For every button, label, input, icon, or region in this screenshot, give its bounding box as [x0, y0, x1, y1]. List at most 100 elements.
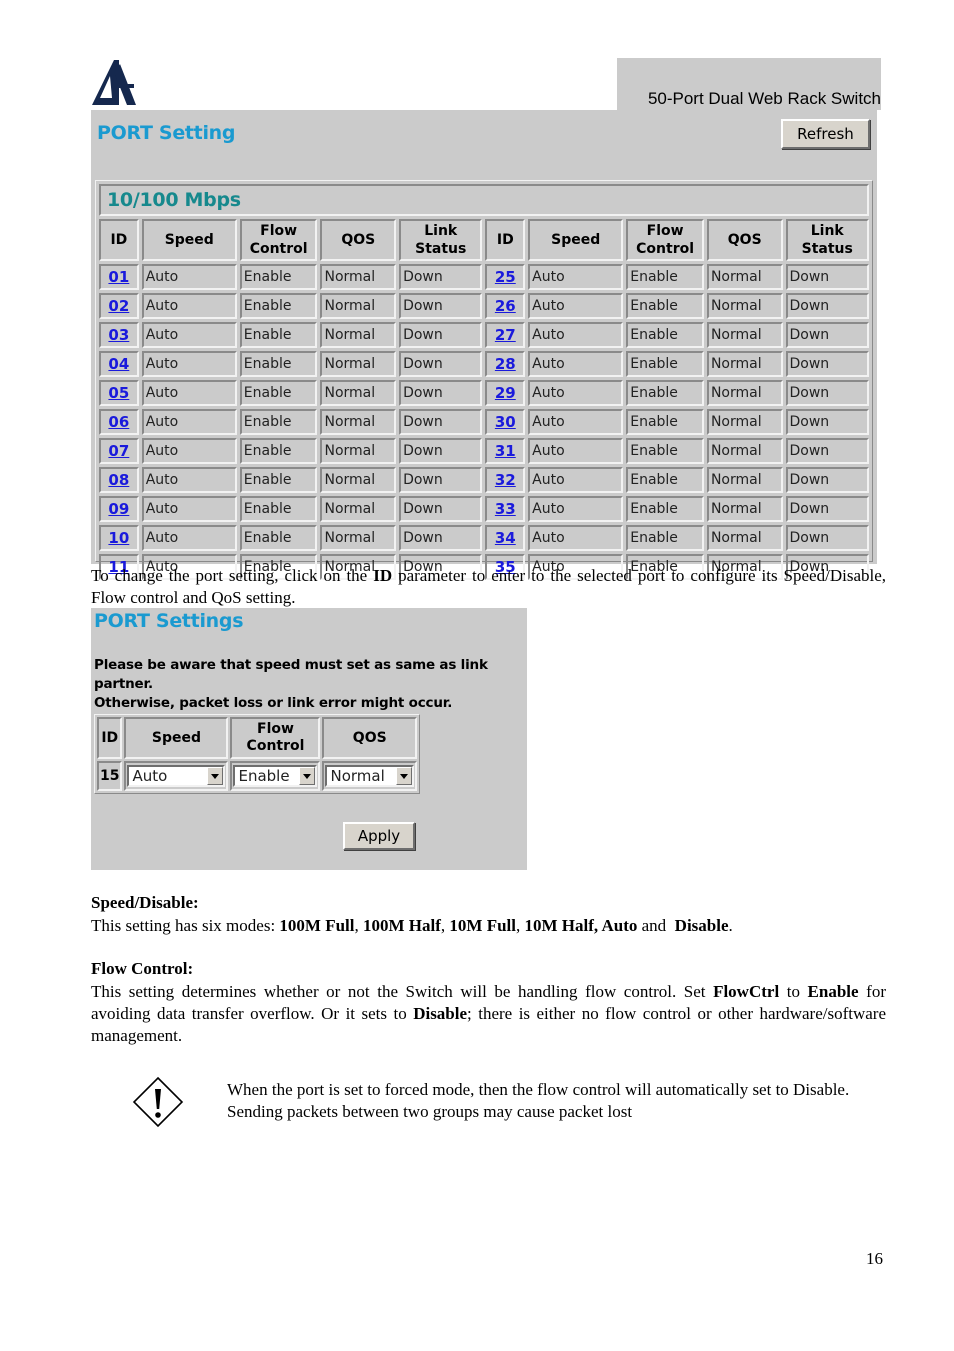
flow-control-cell: Enable [626, 351, 704, 377]
speed-cell: Auto [124, 761, 229, 791]
column-header: ID [97, 717, 123, 759]
port-link[interactable]: 06 [108, 413, 129, 431]
qos-cell: Normal [322, 761, 417, 791]
speed-cell: Auto [528, 380, 624, 406]
bold-text: 100M Full [279, 916, 355, 935]
port-link[interactable]: 26 [495, 297, 516, 315]
speed-select[interactable]: Auto [127, 765, 226, 787]
flow-control-cell: Enable [239, 380, 318, 406]
qos-cell: Normal [320, 322, 397, 348]
port-link[interactable]: 30 [495, 413, 516, 431]
note-line: Sending packets between two groups may c… [227, 1102, 633, 1121]
port-id-cell: 01 [99, 264, 139, 290]
speed-cell: Auto [141, 496, 237, 522]
port-link[interactable]: 28 [495, 355, 516, 373]
column-header: Flow Control [626, 219, 704, 261]
speed-cell: Auto [141, 380, 237, 406]
port-link[interactable]: 09 [108, 500, 129, 518]
port-link[interactable]: 10 [108, 529, 129, 547]
refresh-button[interactable]: Refresh [781, 119, 870, 149]
speed-cell: Auto [528, 525, 624, 551]
port-link[interactable]: 31 [495, 442, 516, 460]
chevron-down-icon[interactable] [299, 767, 316, 785]
flow-control-cell: Enable [239, 409, 318, 435]
text: , [354, 916, 364, 935]
speed-cell: Auto [141, 525, 237, 551]
port-link[interactable]: 07 [108, 442, 129, 460]
link-status-cell: Down [785, 438, 869, 464]
port-id-cell: 08 [99, 467, 139, 493]
qos-cell: Normal [706, 322, 783, 348]
text: This setting has six modes: [91, 916, 280, 935]
column-header-line: Status [415, 241, 467, 257]
port-settings-panel: PORT Settings Please be aware that speed… [91, 608, 527, 870]
chevron-down-icon[interactable] [396, 767, 412, 785]
table-row: 06 Auto Enable Normal Down 30 Auto Enable Normal… [99, 409, 869, 435]
port-link[interactable]: 29 [495, 384, 516, 402]
port-id-cell: 10 [99, 525, 139, 551]
flow-control-cell: Enable [626, 264, 704, 290]
column-header-line: Control [249, 241, 308, 257]
port-id-cell: 26 [485, 293, 526, 319]
flow-control-cell: Enable [239, 438, 318, 464]
port-link[interactable]: 32 [495, 471, 516, 489]
column-header-line: Link [810, 223, 844, 239]
flow-control-cell: Enable [239, 293, 318, 319]
apply-button[interactable]: Apply [343, 822, 415, 850]
link-status-cell: Down [399, 496, 483, 522]
qos-cell: Normal [320, 438, 397, 464]
port-link[interactable]: 27 [495, 326, 516, 344]
port-status-table: 10/100 Mbps ID Speed Flow Control QOS Link Sta… [95, 180, 873, 580]
speed-cell: Auto [141, 322, 237, 348]
speed-cell: Auto [141, 467, 237, 493]
qos-cell: Normal [706, 525, 783, 551]
speed-cell: Auto [528, 496, 624, 522]
port-id-cell: 28 [485, 351, 526, 377]
speed-cell: Auto [528, 409, 624, 435]
port-link[interactable]: 08 [108, 471, 129, 489]
column-header: QOS [706, 219, 783, 261]
column-header: Flow Control [230, 717, 321, 759]
column-header: Link Status [785, 219, 869, 261]
link-status-cell: Down [399, 409, 483, 435]
table-row: 07 Auto Enable Normal Down 31 Auto Enable Normal… [99, 438, 869, 464]
flow-control-cell: Enable [626, 525, 704, 551]
text: , [516, 916, 525, 935]
bold-text: ID [373, 566, 393, 585]
column-header: QOS [322, 717, 417, 759]
port-link[interactable]: 33 [495, 500, 516, 518]
column-header: QOS [320, 219, 397, 261]
chevron-down-icon[interactable] [207, 767, 224, 785]
column-header-line: Flow [260, 223, 298, 239]
link-status-cell: Down [399, 293, 483, 319]
port-link[interactable]: 25 [495, 268, 516, 286]
link-status-cell: Down [785, 525, 869, 551]
port-id-cell: 06 [99, 409, 139, 435]
flow-control-cell: Enable [626, 409, 704, 435]
port-link[interactable]: 04 [108, 355, 129, 373]
flow-control-select[interactable]: Enable [233, 765, 318, 787]
link-status-cell: Down [785, 293, 869, 319]
port-link[interactable]: 01 [108, 268, 129, 286]
speed-cell: Auto [528, 467, 624, 493]
port-link[interactable]: 02 [108, 297, 129, 315]
table-row: 02 Auto Enable Normal Down 26 Auto Enable Normal… [99, 293, 869, 319]
port-link[interactable]: 05 [108, 384, 129, 402]
table-row: 04 Auto Enable Normal Down 28 Auto Enable Normal… [99, 351, 869, 377]
port-link[interactable]: 03 [108, 326, 129, 344]
table-row: 09 Auto Enable Normal Down 33 Auto Enable Normal… [99, 496, 869, 522]
text: To change the port setting, click on the [91, 566, 374, 585]
qos-select[interactable]: Normal [325, 765, 414, 787]
text: . [728, 916, 733, 935]
speed-cell: Auto [141, 409, 237, 435]
bold-text: Disable [413, 1004, 468, 1023]
table-row: 01 Auto Enable Normal Down 25 Auto Enable Normal… [99, 264, 869, 290]
port-config-table: ID Speed FlowControl QOS 15 Auto Enable [94, 714, 420, 794]
port-link[interactable]: 34 [495, 529, 516, 547]
table-row: 10 Auto Enable Normal Down 34 Auto Enable Normal… [99, 525, 869, 551]
port-id-cell: 25 [485, 264, 526, 290]
flow-control-cell: Enable [626, 438, 704, 464]
speed-cell: Auto [528, 351, 624, 377]
qos-cell: Normal [706, 496, 783, 522]
flow-control-cell: Enable [626, 496, 704, 522]
